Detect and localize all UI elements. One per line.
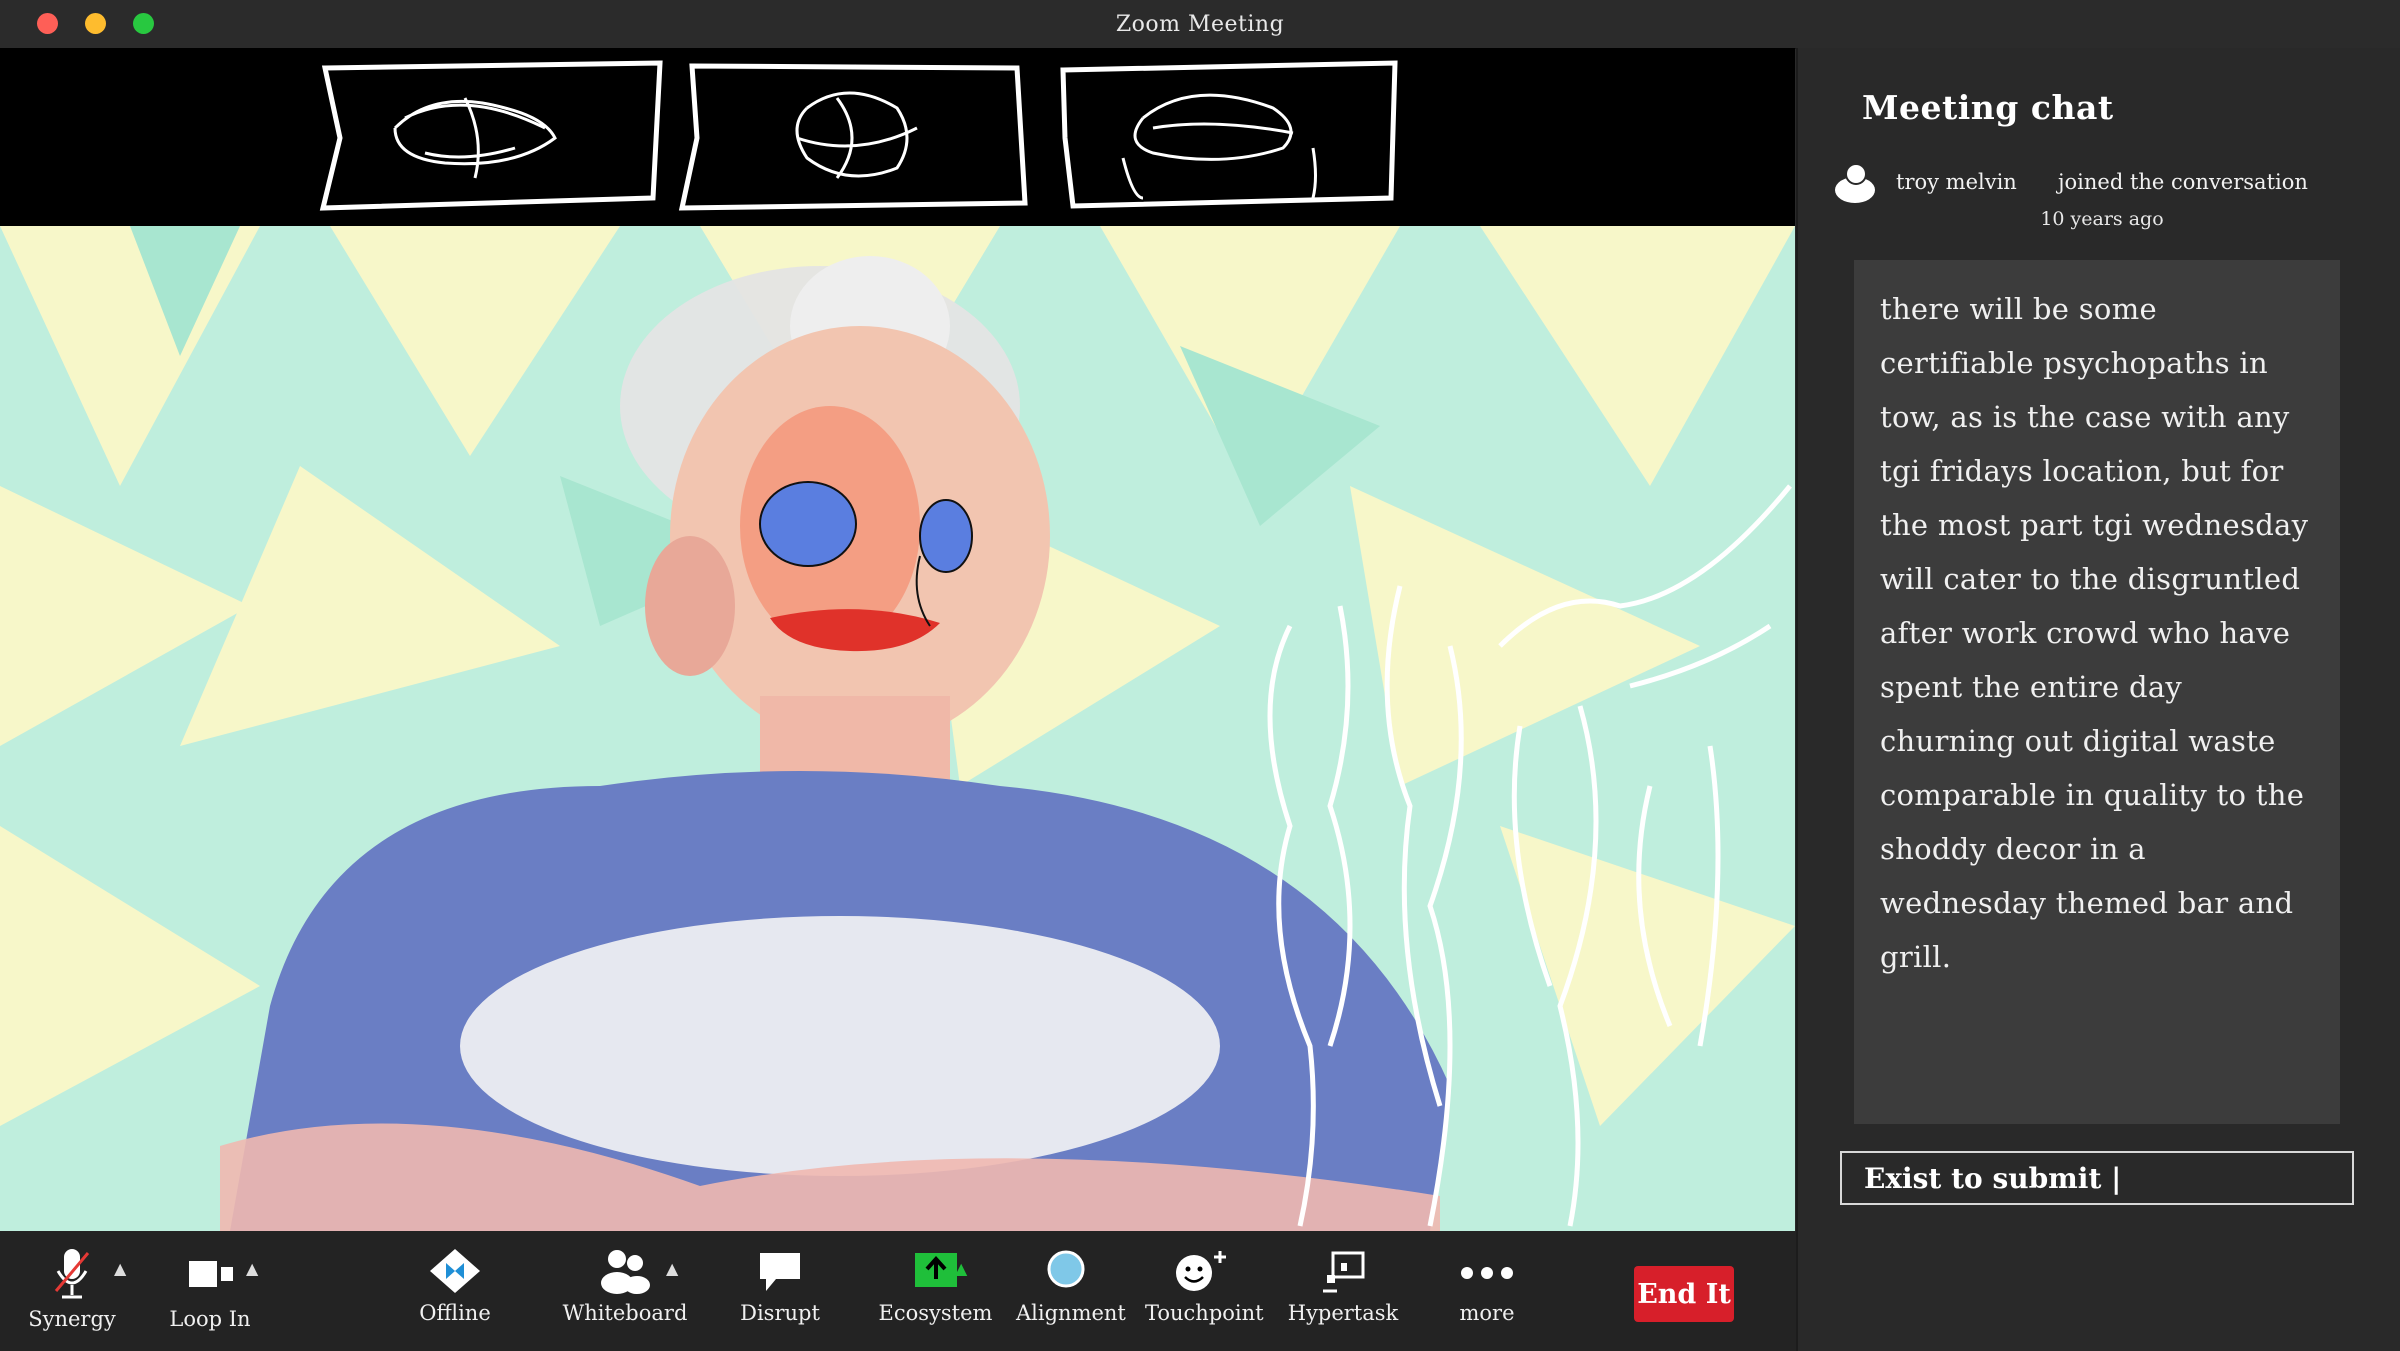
hypertask-label: Hypertask [1287,1301,1399,1325]
alignment-orb-icon [1047,1250,1085,1288]
ecosystem-share-button[interactable]: Ecosystem [878,1247,993,1347]
synergy-mic-button[interactable]: Synergy [22,1247,122,1347]
offline-label: Offline [419,1301,491,1325]
more-dots-icon [1461,1267,1513,1279]
participant-thumbnail-3[interactable] [1053,58,1403,213]
touchpoint-label: Touchpoint [1145,1301,1264,1325]
join-notification: troy melvin joined the conversation 10 y… [1832,160,2372,240]
disrupt-label: Disrupt [740,1301,820,1325]
chat-message-bubble: there will be some certifiable psychopat… [1854,260,2340,1124]
window-titlebar: Zoom Meeting [0,0,2400,49]
more-button[interactable]: more [1437,1247,1537,1347]
speaker-painting [0,226,1795,1231]
join-timestamp: 10 years ago [2040,208,2164,230]
active-speaker-video [0,226,1795,1231]
participant-thumbnail-1[interactable] [315,58,667,213]
chat-bubble-icon [760,1253,800,1291]
joined-status-text: joined the conversation [2058,170,2308,194]
joined-user-name: troy melvin [1896,170,2017,194]
loop-in-options-caret-icon[interactable]: ▲ [246,1259,258,1278]
disrupt-button[interactable]: Disrupt [730,1247,830,1347]
alignment-label: Alignment [1016,1301,1126,1325]
chat-message-text: there will be some certifiable psychopat… [1880,292,2309,974]
bowtie-diamond-icon [430,1249,480,1293]
whiteboard-label: Whiteboard [562,1301,688,1325]
participant-thumbnail-strip [0,48,1795,226]
chat-panel-title: Meeting chat [1862,88,2114,127]
touchpoint-button[interactable]: Touchpoint [1145,1247,1264,1347]
participants-icon [601,1250,650,1294]
meeting-toolbar: Synergy ▲ Loop In ▲ Offline Whiteboard ▲… [0,1231,1796,1351]
loop-in-video-button[interactable]: Loop In [160,1247,260,1347]
user-avatar-icon [1835,163,1875,203]
ecosystem-label: Ecosystem [878,1301,993,1325]
alignment-button[interactable]: Alignment [1016,1247,1126,1347]
hypertask-button[interactable]: Hypertask [1283,1247,1403,1347]
more-label: more [1459,1301,1515,1325]
chat-message-input[interactable] [1840,1151,2354,1205]
apps-grid-icon [1323,1251,1365,1293]
offline-button[interactable]: Offline [405,1247,505,1347]
meeting-area [0,48,1795,1231]
video-camera-icon [189,1261,233,1287]
whiteboard-options-caret-icon[interactable]: ▲ [666,1259,678,1278]
share-screen-icon [914,1253,957,1287]
ecosystem-options-caret-icon[interactable]: ▲ [955,1259,967,1278]
window-title: Zoom Meeting [1115,12,1285,37]
synergy-options-caret-icon[interactable]: ▲ [114,1259,126,1278]
participant-thumbnail-2[interactable] [677,58,1032,213]
end-meeting-button[interactable]: End It [1634,1266,1734,1322]
microphone-muted-icon [54,1249,90,1299]
chat-panel: Meeting chat troy melvin joined the conv… [1796,48,2400,1351]
synergy-label: Synergy [28,1307,116,1331]
loop-in-label: Loop In [169,1307,251,1331]
smiley-reaction-icon [1176,1251,1226,1291]
